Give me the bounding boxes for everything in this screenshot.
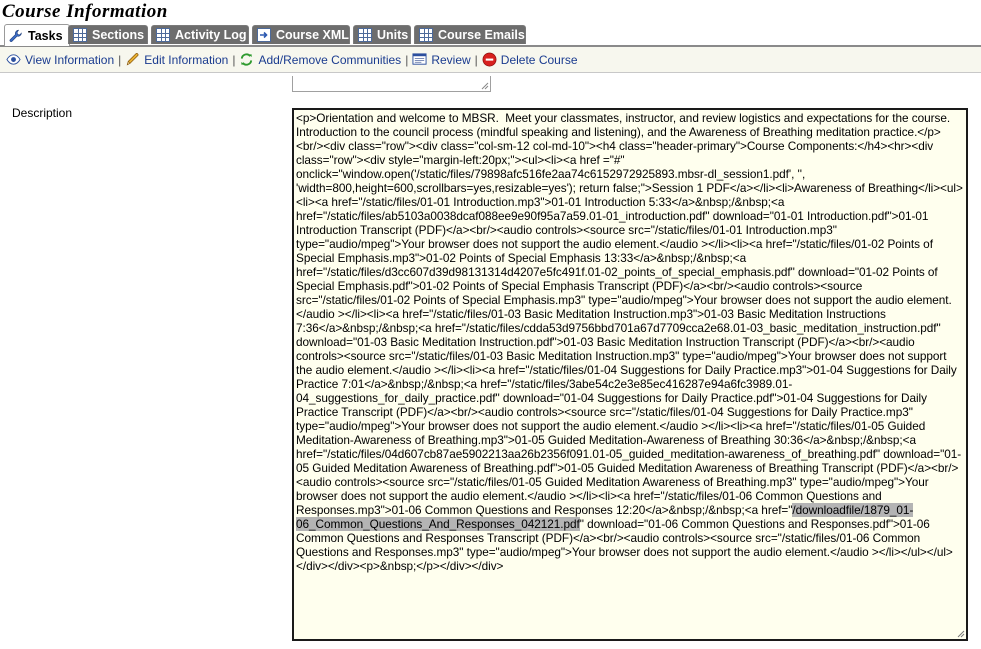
resize-grip-icon[interactable] [480, 81, 489, 90]
separator: | [232, 52, 236, 67]
tab-label: Tasks [28, 28, 63, 43]
action-label: Add/Remove Communities [258, 52, 402, 67]
description-textarea[interactable]: <p>Orientation and welcome to MBSR. Meet… [292, 108, 968, 641]
description-text: <p>Orientation and welcome to MBSR. Meet… [296, 111, 963, 517]
action-toolbar: View Information | Edit Information | Ad… [0, 47, 981, 73]
grid-icon [156, 28, 170, 42]
separator: | [118, 52, 122, 67]
description-label: Description [12, 106, 73, 120]
tab-course-xml[interactable]: Course XML [252, 25, 350, 44]
grid-icon [73, 28, 87, 42]
action-label: Review [431, 52, 471, 67]
tab-tasks[interactable]: Tasks [4, 24, 70, 46]
grid-icon [358, 28, 372, 42]
tab-label: Course Emails [438, 28, 525, 42]
tab-label: Units [377, 28, 409, 42]
delete-icon [482, 52, 497, 67]
tab-course-emails[interactable]: Course Emails [414, 25, 526, 44]
resize-grip-icon[interactable] [956, 629, 965, 638]
refresh-icon [241, 53, 253, 66]
separator: | [405, 52, 409, 67]
tab-units[interactable]: Units [353, 25, 411, 44]
tab-label: Activity Log [175, 28, 247, 42]
tab-label: Sections [92, 28, 145, 42]
review-icon [412, 53, 427, 65]
tab-activity-log[interactable]: Activity Log [151, 25, 249, 44]
delete-course-link[interactable]: Delete Course [482, 52, 578, 67]
action-label: View Information [25, 52, 115, 67]
edit-information-link[interactable]: Edit Information [125, 52, 228, 67]
add-remove-communities-link[interactable]: Add/Remove Communities [239, 52, 401, 67]
pencil-icon [127, 53, 139, 66]
view-information-link[interactable]: View Information [6, 52, 114, 67]
page-title: Course Information [2, 1, 168, 22]
grid-icon [419, 28, 433, 42]
tab-label: Course XML [276, 28, 349, 42]
action-label: Edit Information [144, 52, 229, 67]
export-icon [257, 28, 271, 42]
wrench-icon [9, 29, 22, 42]
eye-icon [6, 54, 21, 65]
action-label: Delete Course [500, 52, 578, 67]
review-link[interactable]: Review [412, 52, 471, 67]
previous-field-remnant [292, 76, 491, 92]
tab-sections[interactable]: Sections [68, 25, 148, 44]
tab-bar: Tasks Sections Activity Log Course XML U… [0, 24, 981, 47]
separator: | [474, 52, 478, 67]
